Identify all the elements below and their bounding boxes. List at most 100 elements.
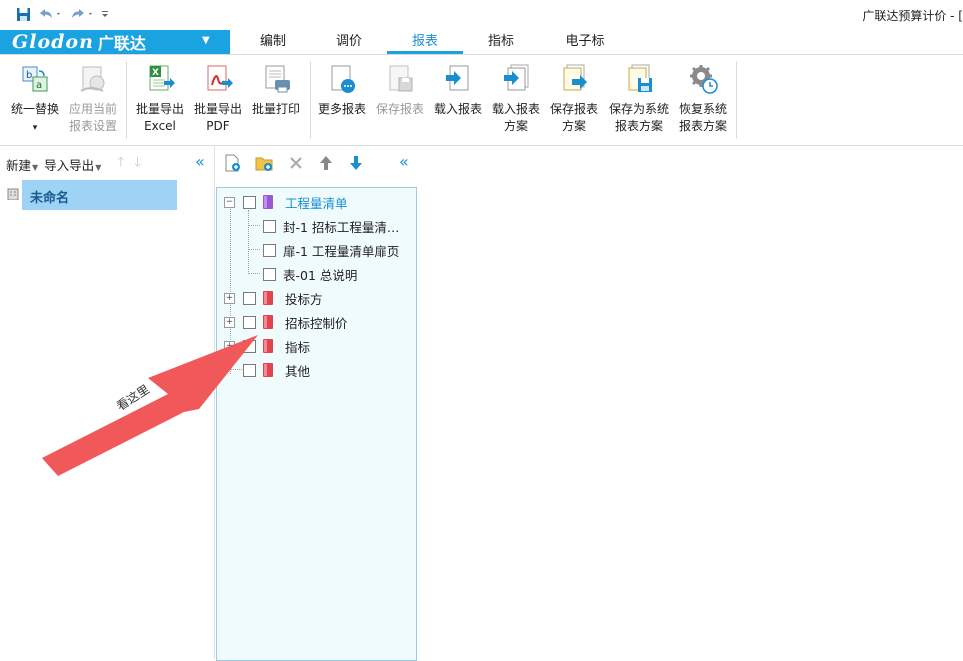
batch-export-pdf-label-2: PDF — [206, 119, 230, 133]
report-book-icon — [263, 339, 273, 353]
tree-node-gongchengliang[interactable]: 工程量清单 — [243, 192, 348, 212]
expand-toggle-icon[interactable]: + — [224, 317, 235, 328]
load-scheme-icon — [500, 63, 532, 95]
import-export-button[interactable]: 导入导出▼ — [44, 155, 101, 174]
report-book-icon — [263, 195, 273, 209]
save-report-label: 保存报表 — [375, 102, 424, 116]
move-up-icon[interactable] — [317, 154, 335, 172]
collapse-middle-icon[interactable]: « — [399, 154, 417, 172]
unify-replace-button[interactable]: ba 统一替换 ▾ — [6, 63, 64, 137]
tree-checkbox[interactable] — [263, 267, 276, 281]
batch-export-excel-button[interactable]: X 批量导出 Excel — [131, 63, 189, 135]
more-reports-label: 更多报表 — [317, 102, 366, 116]
tab-baobiao[interactable]: 报表 — [387, 30, 463, 54]
title-bar: 广联达预算计价 - [ — [0, 0, 963, 30]
tree-connector — [248, 225, 260, 226]
more-reports-button[interactable]: 更多报表 — [313, 63, 371, 118]
toolbar-separator — [736, 61, 737, 139]
save-report-button[interactable]: 保存报表 — [371, 63, 429, 118]
customize-quick-access-icon[interactable] — [100, 5, 110, 23]
batch-export-pdf-button[interactable]: 批量导出 PDF — [189, 63, 247, 135]
tree-node-qita[interactable]: 其他 — [243, 360, 310, 380]
tree-checkbox[interactable] — [263, 243, 276, 257]
save-report-icon — [384, 63, 416, 95]
tab-bianzhi[interactable]: 编制 — [245, 30, 301, 54]
project-toolbar: 新建▼ 导入导出▼ 🡑 🡓 — [6, 154, 141, 174]
new-folder-icon[interactable] — [255, 154, 273, 172]
app-menu-button[interactable]: Glodon 广联达 ▼ — [0, 30, 230, 54]
batch-print-button[interactable]: 批量打印 — [247, 63, 305, 118]
restore-system-scheme-label-1: 恢复系统 — [678, 102, 727, 116]
tree-checkbox[interactable] — [243, 363, 256, 377]
save-icon[interactable] — [14, 5, 32, 23]
unify-replace-dropdown-caret[interactable]: ▾ — [33, 123, 38, 133]
toolbar-separator — [126, 61, 127, 139]
tree-leaf-fei1[interactable]: 扉-1 工程量清单扉页 — [263, 240, 399, 260]
collapse-left-icon[interactable]: « — [195, 152, 205, 171]
move-down-icon[interactable] — [347, 154, 365, 172]
tab-zhibiao[interactable]: 指标 — [473, 30, 529, 54]
tree-node-zhibiao[interactable]: 指标 — [243, 336, 310, 356]
tab-dianzibiao[interactable]: 电子标 — [555, 30, 615, 54]
batch-print-icon — [260, 63, 292, 95]
save-system-scheme-label-2: 报表方案 — [614, 119, 663, 133]
new-button-label: 新建 — [6, 157, 32, 173]
save-scheme-label-2: 方案 — [561, 119, 586, 133]
tree-checkbox[interactable] — [263, 219, 276, 233]
save-scheme-icon — [558, 63, 590, 95]
new-report-icon[interactable] — [223, 154, 241, 172]
pdf-export-icon — [202, 63, 234, 95]
batch-export-excel-label-1: 批量导出 — [135, 102, 184, 116]
tree-node-toubiaofang[interactable]: 投标方 — [243, 288, 323, 308]
project-item[interactable]: 未命名 — [22, 180, 177, 210]
tree-node-zhaobiao-kongzhijia[interactable]: 招标控制价 — [243, 312, 348, 332]
building-icon — [6, 186, 20, 201]
tree-checkbox[interactable] — [243, 195, 256, 209]
logo-brand: Glodon — [12, 31, 94, 53]
save-system-scheme-label-1: 保存为系统 — [608, 102, 669, 116]
tree-node-label: 其他 — [285, 363, 311, 379]
delete-icon[interactable] — [287, 154, 305, 172]
collapse-toggle-icon[interactable]: − — [224, 197, 235, 208]
ribbon-toolbar: ba 统一替换 ▾ 应用当前 报表设置 X 批量导出 Excel 批量导出 PDF 批量… — [0, 55, 963, 146]
save-system-scheme-button[interactable]: 保存为系统 报表方案 — [608, 63, 670, 135]
svg-text:b: b — [26, 70, 32, 81]
expand-toggle-icon[interactable]: + — [224, 341, 235, 352]
new-button[interactable]: 新建▼ — [6, 155, 38, 174]
app-title: 广联达预算计价 - [ — [862, 9, 963, 23]
tree-checkbox[interactable] — [243, 315, 256, 329]
tree-leaf-feng1[interactable]: 封-1 招标工程量清… — [263, 216, 399, 236]
tree-leaf-label: 封-1 招标工程量清… — [283, 219, 400, 235]
report-book-icon — [263, 291, 273, 305]
restore-system-scheme-icon — [687, 63, 719, 95]
load-report-icon — [442, 63, 474, 95]
tab-tiaojia[interactable]: 调价 — [321, 30, 377, 54]
load-scheme-button[interactable]: 载入报表 方案 — [487, 63, 545, 135]
chevron-down-icon: ▼ — [32, 162, 39, 172]
report-book-icon — [263, 315, 273, 329]
toolbar-separator — [310, 61, 311, 139]
apply-settings-button[interactable]: 应用当前 报表设置 — [64, 63, 122, 135]
move-up-icon[interactable]: 🡑 — [117, 153, 124, 175]
move-down-icon[interactable]: 🡓 — [134, 153, 141, 175]
tree-checkbox[interactable] — [243, 291, 256, 305]
tree-leaf-biao01[interactable]: 表-01 总说明 — [263, 264, 357, 284]
batch-export-excel-label-2: Excel — [144, 119, 176, 133]
expand-toggle-icon[interactable]: + — [224, 293, 235, 304]
restore-system-scheme-button[interactable]: 恢复系统 报表方案 — [674, 63, 732, 135]
redo-icon[interactable] — [68, 5, 96, 23]
apply-settings-label-2: 报表设置 — [68, 119, 117, 133]
undo-icon[interactable] — [36, 5, 64, 23]
load-report-button[interactable]: 载入报表 — [429, 63, 487, 118]
svg-text:a: a — [36, 80, 42, 91]
save-scheme-button[interactable]: 保存报表 方案 — [545, 63, 603, 135]
chevron-down-icon: ▼ — [202, 35, 210, 46]
import-export-label: 导入导出 — [44, 157, 95, 173]
tree-checkbox[interactable] — [243, 339, 256, 353]
save-system-scheme-icon — [623, 63, 655, 95]
project-name: 未命名 — [30, 191, 70, 206]
tree-node-label: 指标 — [285, 339, 311, 355]
load-scheme-label-2: 方案 — [503, 119, 528, 133]
unify-replace-icon: ba — [19, 63, 51, 95]
restore-system-scheme-label-2: 报表方案 — [678, 119, 727, 133]
